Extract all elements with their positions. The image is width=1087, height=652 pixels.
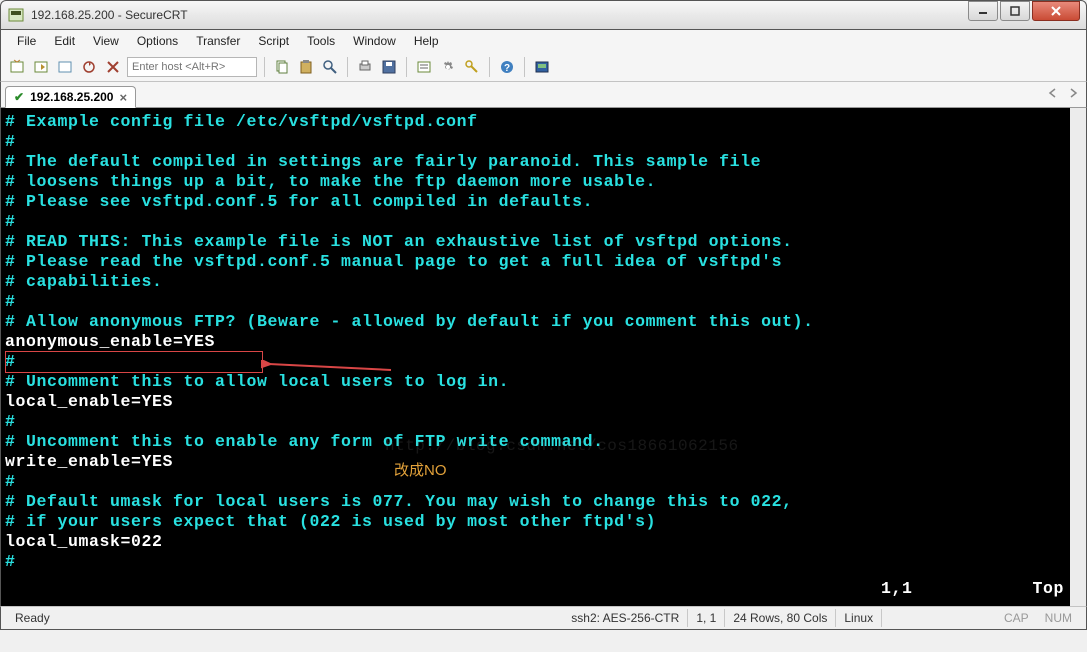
status-cap: CAP (996, 609, 1037, 627)
reconnect-icon[interactable] (79, 57, 99, 77)
toolbar-separator (347, 57, 348, 77)
disconnect-icon[interactable] (103, 57, 123, 77)
paste-icon[interactable] (296, 57, 316, 77)
toolbar-separator (524, 57, 525, 77)
toolbar: ? (0, 52, 1087, 82)
new-session-icon[interactable] (7, 57, 27, 77)
svg-text:?: ? (504, 63, 510, 74)
menu-script[interactable]: Script (250, 32, 297, 50)
terminal-content: # Example config file /etc/vsftpd/vsftpd… (5, 112, 1082, 572)
copy-icon[interactable] (272, 57, 292, 77)
find-icon[interactable] (320, 57, 340, 77)
toolbar-separator (406, 57, 407, 77)
tab-close-icon[interactable]: × (119, 90, 127, 105)
tab-label: 192.168.25.200 (30, 90, 113, 104)
status-gap (882, 609, 996, 627)
minimize-button[interactable] (968, 1, 998, 21)
tab-prev-icon[interactable] (1044, 84, 1062, 102)
properties-icon[interactable] (414, 57, 434, 77)
close-button[interactable] (1032, 1, 1080, 21)
help-icon[interactable]: ? (497, 57, 517, 77)
terminal-container: # Example config file /etc/vsftpd/vsftpd… (0, 108, 1087, 606)
tabbar: ✔ 192.168.25.200 × (0, 82, 1087, 108)
settings-icon[interactable] (438, 57, 458, 77)
window-controls (968, 1, 1080, 21)
toolbar-separator (489, 57, 490, 77)
terminal-status-line: 1,1 Top (881, 579, 1064, 598)
menu-transfer[interactable]: Transfer (188, 32, 248, 50)
connected-icon: ✔ (14, 90, 24, 104)
menu-tools[interactable]: Tools (299, 32, 343, 50)
menu-view[interactable]: View (85, 32, 127, 50)
session-tab[interactable]: ✔ 192.168.25.200 × (5, 86, 136, 108)
status-cursor: 1, 1 (688, 609, 725, 627)
status-cipher: ssh2: AES-256-CTR (563, 609, 688, 627)
terminal[interactable]: # Example config file /etc/vsftpd/vsftpd… (5, 112, 1082, 602)
app-icon (7, 6, 25, 24)
cursor-position: 1,1 (881, 579, 913, 598)
menu-help[interactable]: Help (406, 32, 447, 50)
status-ready: Ready (7, 609, 58, 627)
status-spacer (58, 609, 564, 627)
save-icon[interactable] (379, 57, 399, 77)
titlebar: 192.168.25.200 - SecureCRT (0, 0, 1087, 30)
window-title: 192.168.25.200 - SecureCRT (31, 8, 1086, 22)
menu-edit[interactable]: Edit (46, 32, 83, 50)
print-icon[interactable] (355, 57, 375, 77)
menu-window[interactable]: Window (345, 32, 404, 50)
maximize-button[interactable] (1000, 1, 1030, 21)
status-mode: Linux (836, 609, 882, 627)
menubar: File Edit View Options Transfer Script T… (0, 30, 1087, 52)
quick-connect-icon[interactable] (31, 57, 51, 77)
host-input[interactable] (127, 57, 257, 77)
vertical-scrollbar[interactable] (1070, 108, 1086, 606)
scroll-position: Top (1032, 579, 1064, 598)
tab-next-icon[interactable] (1064, 84, 1082, 102)
statusbar: Ready ssh2: AES-256-CTR 1, 1 24 Rows, 80… (0, 606, 1087, 630)
menu-options[interactable]: Options (129, 32, 186, 50)
menu-file[interactable]: File (9, 32, 44, 50)
connect-icon[interactable] (55, 57, 75, 77)
tabbar-controls (1044, 84, 1082, 102)
status-size: 24 Rows, 80 Cols (725, 609, 836, 627)
terminal-icon[interactable] (532, 57, 552, 77)
toolbar-separator (264, 57, 265, 77)
key-icon[interactable] (462, 57, 482, 77)
status-num: NUM (1037, 609, 1080, 627)
